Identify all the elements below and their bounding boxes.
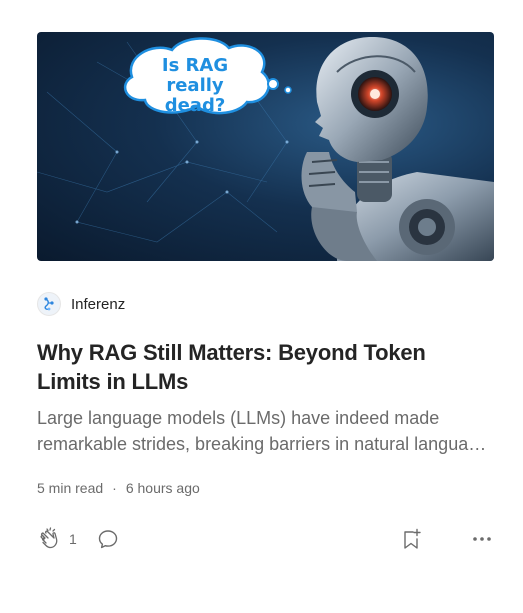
post-meta: 5 min read · 6 hours ago: [37, 480, 494, 496]
bookmark-add-icon: [404, 528, 421, 549]
inferenz-logo-icon: [44, 297, 54, 311]
clap-count: 1: [69, 531, 77, 547]
author-avatar[interactable]: [37, 292, 61, 316]
meta-separator: ·: [112, 480, 117, 496]
actions-right: [399, 527, 494, 551]
read-time: 5 min read: [37, 480, 104, 496]
thought-bubble-text: Is RAG really dead?: [161, 55, 229, 116]
clap-button[interactable]: 1: [37, 526, 77, 552]
post-thumbnail[interactable]: Is RAG really dead?: [37, 32, 494, 261]
post-excerpt[interactable]: Large language models (LLMs) have indeed…: [37, 405, 494, 457]
save-button[interactable]: [399, 527, 423, 551]
robot-illustration: [37, 37, 494, 261]
post-title[interactable]: Why RAG Still Matters: Beyond Token Limi…: [37, 338, 494, 396]
author-row: Inferenz: [37, 292, 494, 316]
published-time: 6 hours ago: [125, 480, 200, 496]
clap-icon: [40, 527, 58, 549]
comment-icon: [98, 530, 117, 549]
author-name[interactable]: Inferenz: [71, 296, 125, 313]
responses-button[interactable]: [96, 527, 120, 551]
post-card: Is RAG really dead? Inferenz Why RAG Sti…: [37, 32, 494, 553]
more-options-button[interactable]: [470, 527, 494, 551]
more-options-icon: [473, 537, 491, 541]
post-actions: 1: [37, 525, 494, 553]
actions-left: 1: [37, 526, 120, 552]
